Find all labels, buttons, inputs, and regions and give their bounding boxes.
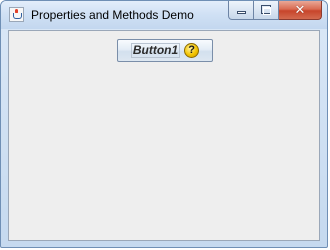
close-button[interactable]: ✕ <box>279 1 322 20</box>
minimize-icon <box>237 11 246 14</box>
close-icon: ✕ <box>294 2 306 17</box>
java-cup <box>13 13 22 19</box>
java-app-icon[interactable] <box>9 7 24 22</box>
button1[interactable]: Button1 ? <box>117 39 213 62</box>
app-window: Properties and Methods Demo ✕ Button1 ? <box>0 0 328 248</box>
title-bar[interactable]: Properties and Methods Demo ✕ <box>1 1 327 29</box>
maximize-button[interactable] <box>254 1 279 20</box>
content-pane: Button1 ? <box>8 30 320 241</box>
caption-buttons: ✕ <box>228 1 322 21</box>
window-title: Properties and Methods Demo <box>31 8 194 22</box>
maximize-icon <box>261 5 271 15</box>
button1-label: Button1 <box>130 43 181 58</box>
minimize-button[interactable] <box>228 1 254 20</box>
help-icon: ? <box>184 43 200 58</box>
